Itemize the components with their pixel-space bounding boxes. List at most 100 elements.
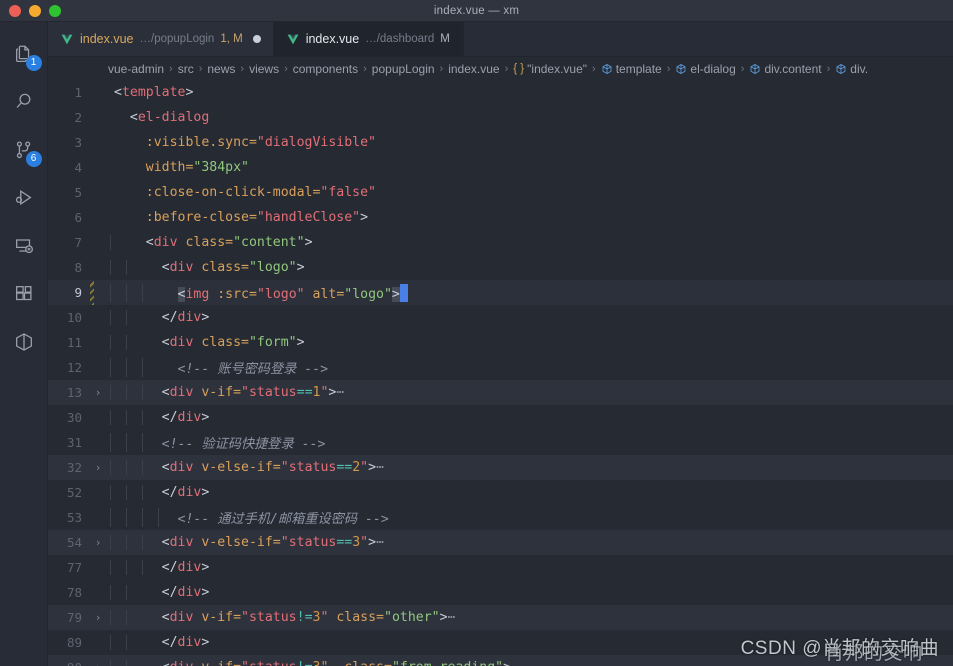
code-token: !=: [296, 610, 313, 625]
run-debug-icon: [13, 187, 35, 209]
code-line[interactable]: 8 <div class="logo">: [48, 255, 953, 280]
breadcrumb-item-template[interactable]: template: [601, 62, 662, 76]
breadcrumb-item-div-content[interactable]: div.content: [749, 61, 822, 76]
breadcrumb-separator: ›: [439, 62, 444, 75]
code-token: "logo": [248, 260, 297, 275]
indent-guide: [110, 460, 111, 475]
editor-tab-popuplogin[interactable]: index.vue …/popupLogin 1, M: [48, 22, 274, 56]
search-icon: [13, 91, 35, 113]
code-line[interactable]: 6:before-close="handleClose">: [48, 205, 953, 230]
code-line[interactable]: 53 <!-- 通过手机/邮箱重设密码 -->: [48, 505, 953, 530]
code-line[interactable]: 54 › <div v-else-if="status==3">⋯: [48, 530, 953, 555]
code-token: div: [177, 560, 202, 575]
code-line[interactable]: 32 › <div v-else-if="status==2">⋯: [48, 455, 953, 480]
indent-guide: [110, 310, 111, 325]
code-line[interactable]: 5:close-on-click-modal="false": [48, 180, 953, 205]
code-line[interactable]: 12 <!-- 账号密码登录 -->: [48, 355, 953, 380]
code-token: "content": [233, 235, 305, 250]
code-line[interactable]: 31 <!-- 验证码快捷登录 -->: [48, 430, 953, 455]
code-token: >: [296, 335, 305, 350]
code-line[interactable]: 1 <template>: [48, 80, 953, 105]
activitybar-item-source-control[interactable]: 6: [0, 126, 48, 174]
code-token: "status: [241, 610, 297, 625]
code-token: <: [161, 610, 170, 625]
code-line[interactable]: 77 </div>: [48, 555, 953, 580]
code-token: :src=: [209, 286, 257, 302]
breadcrumb-item-popuplogin[interactable]: popupLogin: [372, 62, 435, 76]
activitybar-item-remote-explorer[interactable]: [0, 222, 48, 270]
code-token: <: [161, 535, 170, 550]
modified-line-indicator: [90, 455, 94, 480]
code-line-content: <!-- 验证码快捷登录 -->: [106, 433, 953, 452]
tab-dirty-indicator[interactable]: [252, 35, 261, 43]
activitybar-item-cube-view[interactable]: [0, 318, 48, 366]
code-line-content: </div>: [106, 635, 953, 650]
code-line[interactable]: 78 </div>: [48, 580, 953, 605]
breadcrumb-item-vue-admin[interactable]: vue-admin: [108, 62, 164, 76]
breadcrumb-label: div.content: [764, 61, 822, 76]
code-line[interactable]: 10 </div>: [48, 305, 953, 330]
indent-guide: [110, 260, 111, 275]
breadcrumb-item-el-dialog[interactable]: el-dialog: [675, 62, 736, 76]
breadcrumb-item-div[interactable]: div.: [835, 62, 868, 76]
editor-tab-dashboard[interactable]: index.vue …/dashboard M: [273, 22, 463, 56]
code-line[interactable]: 3:visible.sync="dialogVisible": [48, 130, 953, 155]
code-token: "other": [384, 610, 440, 625]
code-token: </: [161, 485, 178, 500]
tabs-empty-space: [462, 22, 953, 56]
code-token: >: [368, 535, 377, 550]
code-token: >: [201, 635, 210, 650]
line-number: 77: [66, 560, 82, 575]
close-window-button[interactable]: [9, 4, 21, 17]
maximize-window-button[interactable]: [49, 4, 61, 17]
code-token: "from-reading": [392, 660, 503, 666]
code-token: </: [161, 410, 178, 425]
activitybar-item-extensions[interactable]: [0, 270, 48, 318]
code-token: <!-- 验证码快捷登录 -->: [161, 437, 326, 452]
code-line[interactable]: 30 </div>: [48, 405, 953, 430]
breadcrumb-label: popupLogin: [371, 61, 435, 76]
breadcrumb-label: news: [207, 61, 236, 76]
code-line[interactable]: 4 width="384px": [48, 155, 953, 180]
activitybar-item-explorer[interactable]: 1: [0, 30, 48, 78]
code-line[interactable]: 52 </div>: [48, 480, 953, 505]
code-line-content: width="384px": [106, 160, 953, 175]
code-line-content: :visible.sync="dialogVisible": [106, 135, 953, 150]
code-token: >: [503, 660, 511, 666]
code-line[interactable]: 90›<div v-if="status!=3" class="from-rea…: [48, 655, 953, 666]
breadcrumb-item-index-vue[interactable]: { } "index.vue": [513, 62, 587, 76]
breadcrumb-item-index-vue[interactable]: index.vue: [448, 62, 499, 76]
tab-filepath: …/popupLogin: [139, 33, 215, 45]
code-line-content: </div>: [106, 560, 953, 575]
code-editor[interactable]: 1 <template> 2 <el-dialog 3:visible.sync="di…: [48, 80, 953, 666]
line-number: 10: [66, 310, 82, 325]
code-token: <: [161, 335, 170, 350]
indent-guide: [110, 235, 111, 250]
code-line[interactable]: 11 <div class="form">: [48, 330, 953, 355]
code-line[interactable]: 7 <div class="content">: [48, 230, 953, 255]
indent-guide: [125, 358, 127, 377]
activitybar-item-search[interactable]: [0, 78, 48, 126]
activitybar-item-run-and-debug[interactable]: [0, 174, 48, 222]
code-line[interactable]: 9 <img :src="logo" alt="logo">: [48, 280, 953, 305]
modified-line-indicator: [90, 330, 94, 355]
code-line[interactable]: 2 <el-dialog: [48, 105, 953, 130]
indent-guide: [141, 535, 143, 550]
code-token: "status: [280, 460, 337, 475]
minimize-window-button[interactable]: [29, 4, 41, 17]
vscode-window: index.vue — xm 1 6 index.vue …/popupLogi…: [0, 0, 953, 666]
code-line-content: <div class="logo">: [106, 260, 953, 275]
code-line[interactable]: 79 › <div v-if="status!=3" class="other">⋯: [48, 605, 953, 630]
breadcrumb-item-components[interactable]: components: [293, 62, 358, 76]
code-line[interactable]: 89 </div>: [48, 630, 953, 655]
breadcrumb-item-src[interactable]: src: [178, 62, 194, 76]
code-token: ⋯: [336, 385, 345, 400]
code-line[interactable]: 13 › <div v-if="status==1">⋯: [48, 380, 953, 405]
breadcrumb-item-news[interactable]: news: [207, 62, 235, 76]
tab-status: 1, M: [220, 33, 243, 45]
modified-line-indicator: [90, 180, 94, 205]
code-token: div: [177, 485, 202, 500]
code-token: </: [161, 585, 178, 600]
breadcrumb-item-views[interactable]: views: [249, 62, 279, 76]
cube-icon: [13, 331, 35, 353]
